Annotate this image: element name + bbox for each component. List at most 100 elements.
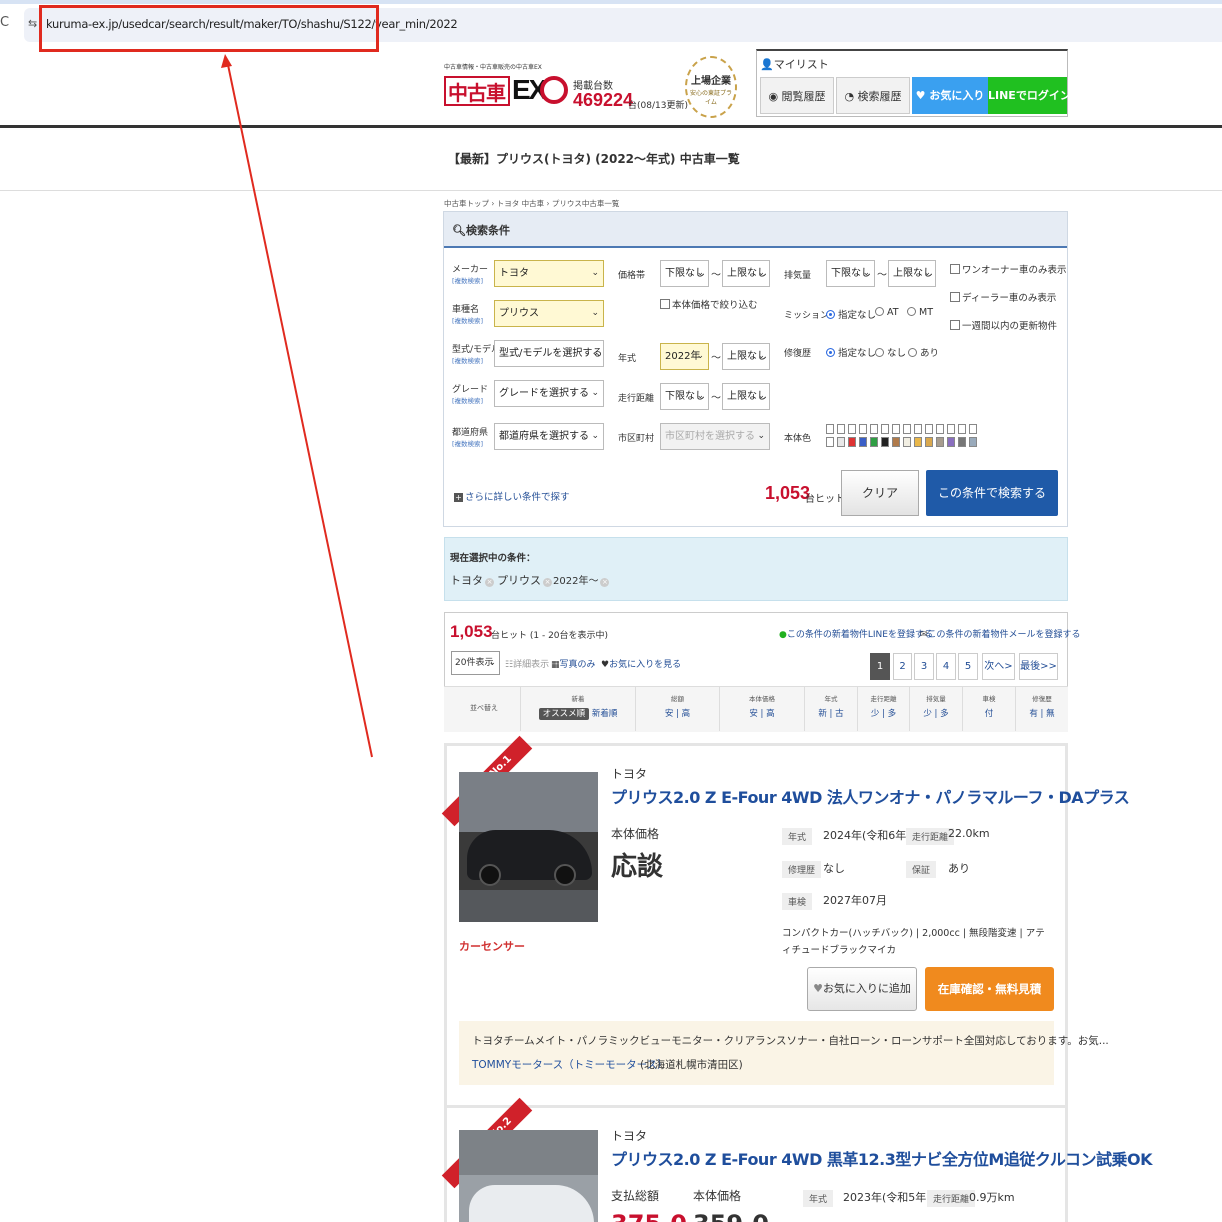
one-owner-checkbox[interactable]: ワンオーナー車のみ表示 — [950, 262, 1067, 276]
car-photo[interactable] — [459, 772, 598, 922]
color-swatch[interactable] — [903, 437, 911, 447]
grade-select[interactable]: グレードを選択する ⌄ — [494, 380, 604, 407]
color-swatch-checkbox[interactable] — [881, 424, 889, 434]
sort-newest-option[interactable]: 新着順 — [592, 709, 618, 719]
page-2-button[interactable]: 2 — [893, 653, 912, 680]
more-conditions-link[interactable]: + さらに詳しい条件で探す — [454, 489, 570, 503]
mileage-min-select[interactable]: 下限なし ⌄ — [660, 383, 709, 410]
site-settings-icon[interactable]: ⇆ — [28, 17, 37, 30]
color-swatch[interactable] — [947, 437, 955, 447]
color-swatch-checkbox[interactable] — [958, 424, 966, 434]
price-max-select[interactable]: 上限なし ⌄ — [722, 260, 770, 287]
mail-register-link[interactable]: ✉この条件の新着物件メールを登録する — [920, 627, 1081, 640]
view-history-button[interactable]: ◉ 閲覧履歴 — [760, 77, 834, 114]
condition-chip-maker[interactable]: トヨタ × — [450, 572, 494, 588]
close-icon[interactable]: × — [600, 578, 610, 587]
close-icon[interactable]: × — [485, 578, 494, 587]
maker-multi-link[interactable]: [複数検索] — [452, 275, 483, 285]
color-swatch[interactable] — [881, 437, 889, 447]
color-swatch[interactable] — [969, 437, 977, 447]
search-history-button[interactable]: ◔ 検索履歴 — [836, 77, 910, 114]
color-swatch[interactable] — [925, 437, 933, 447]
color-swatch[interactable] — [914, 437, 922, 447]
grade-multi-link[interactable]: [複数検索] — [452, 395, 483, 405]
photo-only-toggle[interactable]: ▦写真のみ — [551, 657, 596, 670]
mission-radio-mt[interactable]: MT — [907, 307, 933, 318]
add-favorite-button[interactable]: ♥お気に入りに追加 — [807, 967, 917, 1011]
repair-radio-yes[interactable]: あり — [908, 345, 939, 359]
color-swatch-checkbox[interactable] — [903, 424, 911, 434]
sort-mileage[interactable]: 走行距離少 | 多 — [857, 687, 909, 731]
repair-radio-none[interactable]: なし — [875, 345, 906, 359]
condition-chip-model[interactable]: プリウス × — [497, 572, 552, 588]
color-swatch-checkbox[interactable] — [837, 424, 845, 434]
repair-radio-any[interactable]: 指定なし — [826, 345, 876, 359]
sort-repair[interactable]: 修復歴有 | 無 — [1015, 687, 1068, 731]
view-favorites-link[interactable]: ♥お気に入りを見る — [601, 657, 681, 670]
maker-select[interactable]: トヨタ ⌄ — [494, 260, 604, 287]
model-select[interactable]: プリウス ⌄ — [494, 300, 604, 327]
condition-chip-year[interactable]: 2022年～ × — [553, 572, 610, 587]
year-max-select[interactable]: 上限なし ⌄ — [722, 343, 770, 370]
sort-options[interactable]: 少 | 多 — [910, 707, 962, 719]
color-swatch[interactable] — [936, 437, 944, 447]
color-swatch[interactable] — [859, 437, 867, 447]
per-page-select[interactable]: 20件表示 ⌄ — [451, 651, 500, 675]
color-swatch-checkbox[interactable] — [947, 424, 955, 434]
close-icon[interactable]: × — [543, 578, 552, 587]
breadcrumb[interactable]: 中古車トップ › トヨタ 中古車 › プリウス中古車一覧 — [444, 198, 619, 209]
detail-view-toggle[interactable]: ☷詳細表示 — [505, 657, 549, 670]
color-swatch-checkbox[interactable] — [870, 424, 878, 434]
page-5-button[interactable]: 5 — [958, 653, 978, 680]
pref-select[interactable]: 都道府県を選択する ⌄ — [494, 423, 604, 450]
color-swatch-checkbox[interactable] — [859, 424, 867, 434]
color-swatch-checkbox[interactable] — [936, 424, 944, 434]
pref-multi-link[interactable]: [複数検索] — [452, 438, 483, 448]
sort-options[interactable]: 有 | 無 — [1016, 707, 1068, 719]
type-select[interactable]: 型式/モデルを選択する ⌄ — [494, 340, 604, 367]
color-swatch[interactable] — [848, 437, 856, 447]
page-4-button[interactable]: 4 — [936, 653, 956, 680]
listing-title-link[interactable]: プリウス2.0 Z E-Four 4WD 黒革12.3型ナビ全方位M追従クルコン… — [611, 1146, 1153, 1170]
page-3-button[interactable]: 3 — [914, 653, 934, 680]
sort-options[interactable]: 安 | 高 — [720, 707, 804, 719]
page-1-button[interactable]: 1 — [870, 653, 890, 680]
color-swatch[interactable] — [870, 437, 878, 447]
line-login-button[interactable]: LINEでログイン — [988, 77, 1071, 114]
favorites-button[interactable]: ♥ お気に入り — [912, 77, 988, 114]
stock-estimate-button[interactable]: 在庫確認・無料見積 — [925, 967, 1054, 1011]
search-submit-button[interactable]: この条件で検索する — [926, 470, 1058, 516]
color-swatch-checkbox[interactable] — [925, 424, 933, 434]
mission-radio-any[interactable]: 指定なし — [826, 307, 876, 321]
sort-inspection[interactable]: 車検付 — [962, 687, 1015, 731]
sort-recommended-active[interactable]: オススメ順 — [538, 708, 590, 720]
car-photo[interactable] — [459, 1130, 598, 1222]
sort-total-price[interactable]: 総額安 | 高 — [635, 687, 719, 731]
mission-radio-at[interactable]: AT — [875, 307, 899, 318]
listing-title-link[interactable]: プリウス2.0 Z E-Four 4WD 法人ワンオナ・パノラマルーフ・DAプラ… — [611, 784, 1130, 808]
dealer-only-checkbox[interactable]: ディーラー車のみ表示 — [950, 290, 1056, 304]
model-multi-link[interactable]: [複数検索] — [452, 315, 483, 325]
year-min-select[interactable]: 2022年 ⌄ — [660, 343, 709, 370]
color-swatch[interactable] — [826, 437, 834, 447]
color-swatch-checkbox[interactable] — [848, 424, 856, 434]
sort-options[interactable]: オススメ順 新着順 — [521, 707, 635, 720]
color-swatch[interactable] — [958, 437, 966, 447]
site-logo[interactable]: 中古車 EX — [444, 72, 568, 114]
sort-options[interactable]: 新 | 古 — [805, 707, 857, 719]
dealer-name-link[interactable]: TOMMYモータース（トミーモータース） — [472, 1057, 668, 1072]
color-swatch-checkbox[interactable] — [969, 424, 977, 434]
color-swatch-checkbox[interactable] — [914, 424, 922, 434]
body-price-checkbox[interactable]: 本体価格で絞り込む — [660, 297, 758, 311]
color-swatch-checkbox[interactable] — [826, 424, 834, 434]
clear-button[interactable]: クリア — [841, 470, 919, 516]
reload-icon[interactable]: C — [0, 15, 9, 30]
sort-options[interactable]: 少 | 多 — [858, 707, 909, 719]
sort-displacement[interactable]: 排気量少 | 多 — [909, 687, 962, 731]
sort-body-price[interactable]: 本体価格安 | 高 — [719, 687, 804, 731]
next-page-button[interactable]: 次へ> — [982, 653, 1015, 680]
mileage-max-select[interactable]: 上限なし ⌄ — [722, 383, 770, 410]
color-swatch[interactable] — [837, 437, 845, 447]
sort-options[interactable]: 安 | 高 — [636, 707, 719, 719]
sort-year[interactable]: 年式新 | 古 — [804, 687, 857, 731]
